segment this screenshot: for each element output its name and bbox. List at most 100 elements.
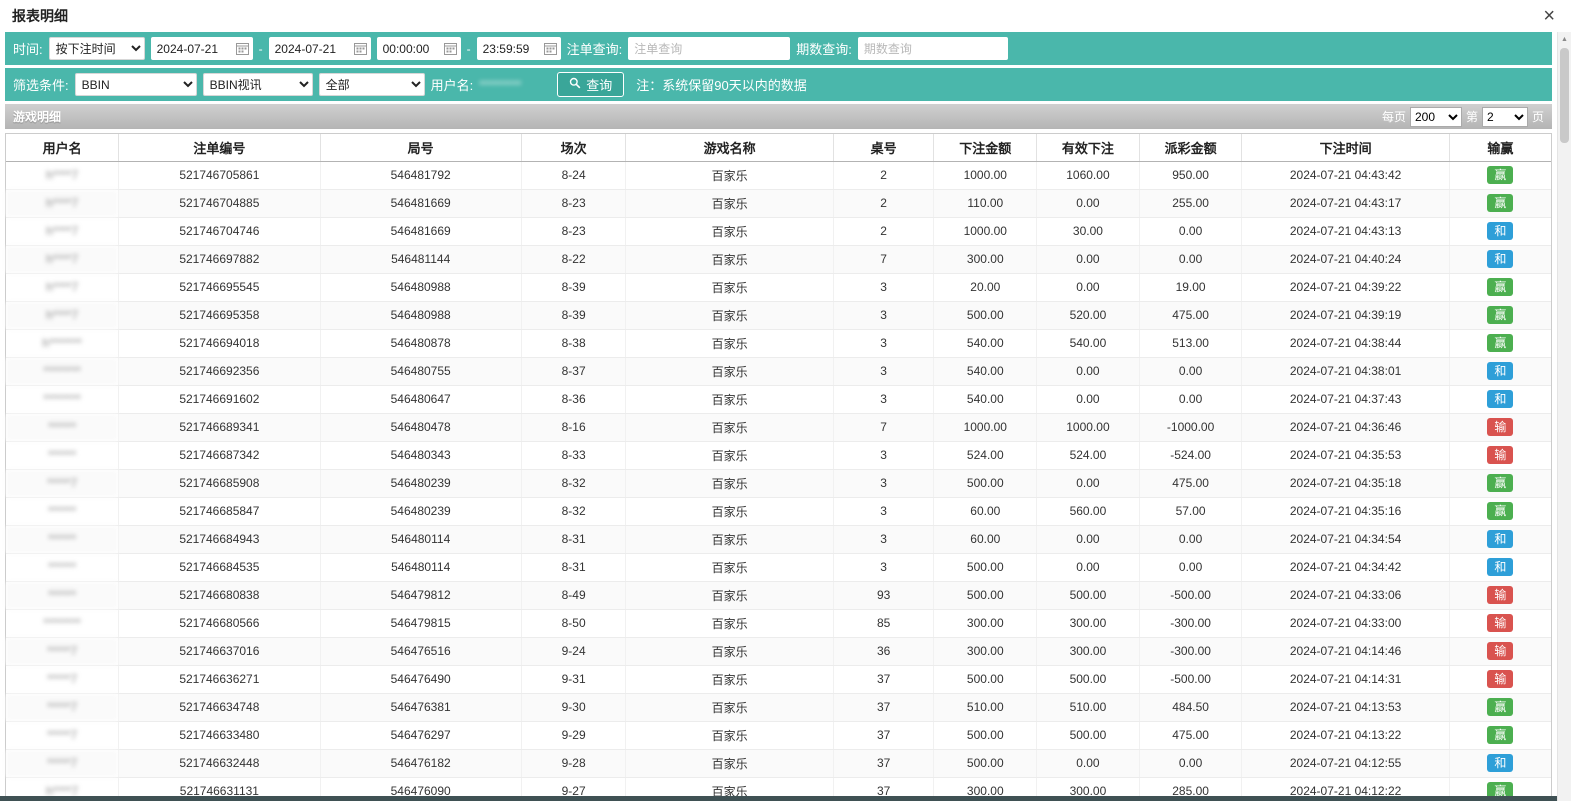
search-button[interactable]: 查询 xyxy=(557,72,624,97)
search-button-label: 查询 xyxy=(586,75,612,94)
cell-payout: -1000.00 xyxy=(1139,413,1242,441)
cell-bet-amount: 300.00 xyxy=(934,609,1037,637)
time-type-select[interactable]: 按下注时间 xyxy=(49,37,145,60)
result-badge-tie[interactable]: 和 xyxy=(1487,390,1513,408)
result-badge-tie[interactable]: 和 xyxy=(1487,530,1513,548)
period-query-label: 期数查询: xyxy=(796,39,852,58)
cell-bet-time: 2024-07-21 04:39:22 xyxy=(1242,273,1449,301)
result-badge-tie[interactable]: 和 xyxy=(1487,222,1513,240)
result-badge-tie[interactable]: 和 xyxy=(1487,250,1513,268)
result-badge-win[interactable]: 赢 xyxy=(1487,306,1513,324)
cell-bet-time: 2024-07-21 04:34:54 xyxy=(1242,525,1449,553)
bet-query-input[interactable] xyxy=(628,37,790,60)
result-badge-win[interactable]: 赢 xyxy=(1487,166,1513,184)
cell-bet-no: 521746684943 xyxy=(119,525,320,553)
cell-bet-time: 2024-07-21 04:33:06 xyxy=(1242,581,1449,609)
cell-table-no: 37 xyxy=(833,749,934,777)
column-header-table-no: 桌号 xyxy=(833,134,934,161)
filter-row-time: 时间: 按下注时间 - xyxy=(5,32,1552,65)
cell-game: 百家乐 xyxy=(626,609,833,637)
scope-select[interactable]: 全部 xyxy=(319,73,425,96)
result-badge-lose[interactable]: 输 xyxy=(1487,446,1513,464)
cell-result: 赢 xyxy=(1449,693,1551,721)
cell-result: 赢 xyxy=(1449,329,1551,357)
cell-valid-bet: 30.00 xyxy=(1037,217,1140,245)
calendar-icon[interactable] xyxy=(236,42,249,55)
cell-session: 8-23 xyxy=(521,189,626,217)
cell-bet-amount: 500.00 xyxy=(934,581,1037,609)
result-badge-lose[interactable]: 输 xyxy=(1487,586,1513,604)
result-badge-win[interactable]: 赢 xyxy=(1487,698,1513,716)
cell-game: 百家乐 xyxy=(626,217,833,245)
cell-username: ******** xyxy=(6,385,119,413)
cell-bet-amount: 60.00 xyxy=(934,497,1037,525)
cell-bet-time: 2024-07-21 04:37:43 xyxy=(1242,385,1449,413)
column-header-valid-bet: 有效下注 xyxy=(1037,134,1140,161)
date-range-separator: - xyxy=(259,42,263,56)
username-label: 用户名: xyxy=(431,75,474,94)
date-from-input[interactable] xyxy=(157,38,233,59)
cell-session: 8-22 xyxy=(521,245,626,273)
result-badge-win[interactable]: 赢 xyxy=(1487,782,1513,796)
result-badge-lose[interactable]: 输 xyxy=(1487,418,1513,436)
column-header-username: 用户名 xyxy=(6,134,119,161)
result-badge-win[interactable]: 赢 xyxy=(1487,726,1513,744)
table-header-row: 用户名 注单编号 局号 场次 游戏名称 桌号 下注金额 有效下注 派彩金额 下注… xyxy=(6,134,1551,161)
cell-result: 和 xyxy=(1449,217,1551,245)
cell-valid-bet: 0.00 xyxy=(1037,749,1140,777)
time-from-input[interactable] xyxy=(383,38,441,59)
game-detail-table: 用户名 注单编号 局号 场次 游戏名称 桌号 下注金额 有效下注 派彩金额 下注… xyxy=(5,133,1552,796)
column-header-round-no: 局号 xyxy=(320,134,521,161)
scrollbar-thumb[interactable] xyxy=(1560,48,1569,143)
per-page-select[interactable]: 200 xyxy=(1410,107,1462,127)
result-badge-win[interactable]: 赢 xyxy=(1487,278,1513,296)
calendar-icon[interactable] xyxy=(354,42,367,55)
period-query-input[interactable] xyxy=(858,37,1008,60)
cell-session: 8-33 xyxy=(521,441,626,469)
cell-round-no: 546476381 xyxy=(320,693,521,721)
result-badge-tie[interactable]: 和 xyxy=(1487,362,1513,380)
retention-note: 注：系统保留90天以内的数据 xyxy=(636,75,806,94)
date-to-input[interactable] xyxy=(275,38,351,59)
result-badge-tie[interactable]: 和 xyxy=(1487,754,1513,772)
result-badge-lose[interactable]: 输 xyxy=(1487,642,1513,660)
time-label: 时间: xyxy=(13,39,43,58)
result-badge-tie[interactable]: 和 xyxy=(1487,558,1513,576)
table-row: ********5217466916025464806478-36百家乐3540… xyxy=(6,385,1551,413)
cell-bet-amount: 1000.00 xyxy=(934,161,1037,189)
cell-table-no: 37 xyxy=(833,665,934,693)
platform-select[interactable]: BBIN视讯 xyxy=(203,73,313,96)
cell-bet-time: 2024-07-21 04:43:13 xyxy=(1242,217,1449,245)
report-detail-modal: 报表明细 × 时间: 按下注时间 - xyxy=(0,0,1571,801)
cell-table-no: 3 xyxy=(833,525,934,553)
section-title: 游戏明细 xyxy=(13,108,61,125)
cell-valid-bet: 500.00 xyxy=(1037,581,1140,609)
result-badge-win[interactable]: 赢 xyxy=(1487,474,1513,492)
calendar-icon[interactable] xyxy=(544,42,557,55)
scroll-up-icon[interactable]: ▲ xyxy=(1558,32,1571,46)
table-row: ******5217466873425464803438-33百家乐3524.0… xyxy=(6,441,1551,469)
time-to-input[interactable] xyxy=(483,38,541,59)
cell-table-no: 85 xyxy=(833,609,934,637)
close-icon[interactable]: × xyxy=(1543,6,1555,26)
cell-round-no: 546476182 xyxy=(320,749,521,777)
table-row: h*******5217466940185464808788-38百家乐3540… xyxy=(6,329,1551,357)
cell-result: 赢 xyxy=(1449,497,1551,525)
calendar-icon[interactable] xyxy=(444,42,457,55)
cell-table-no: 7 xyxy=(833,245,934,273)
result-badge-win[interactable]: 赢 xyxy=(1487,502,1513,520)
result-badge-win[interactable]: 赢 xyxy=(1487,194,1513,212)
cell-valid-bet: 300.00 xyxy=(1037,777,1140,796)
cell-valid-bet: 520.00 xyxy=(1037,301,1140,329)
cell-table-no: 2 xyxy=(833,217,934,245)
result-badge-lose[interactable]: 输 xyxy=(1487,614,1513,632)
result-badge-win[interactable]: 赢 xyxy=(1487,334,1513,352)
cell-result: 和 xyxy=(1449,357,1551,385)
vertical-scrollbar[interactable]: ▲ xyxy=(1557,32,1571,801)
cell-valid-bet: 0.00 xyxy=(1037,245,1140,273)
page-select[interactable]: 2 xyxy=(1482,107,1528,127)
cell-result: 输 xyxy=(1449,637,1551,665)
result-badge-lose[interactable]: 输 xyxy=(1487,670,1513,688)
vendor-select[interactable]: BBIN xyxy=(75,73,197,96)
cell-result: 赢 xyxy=(1449,301,1551,329)
